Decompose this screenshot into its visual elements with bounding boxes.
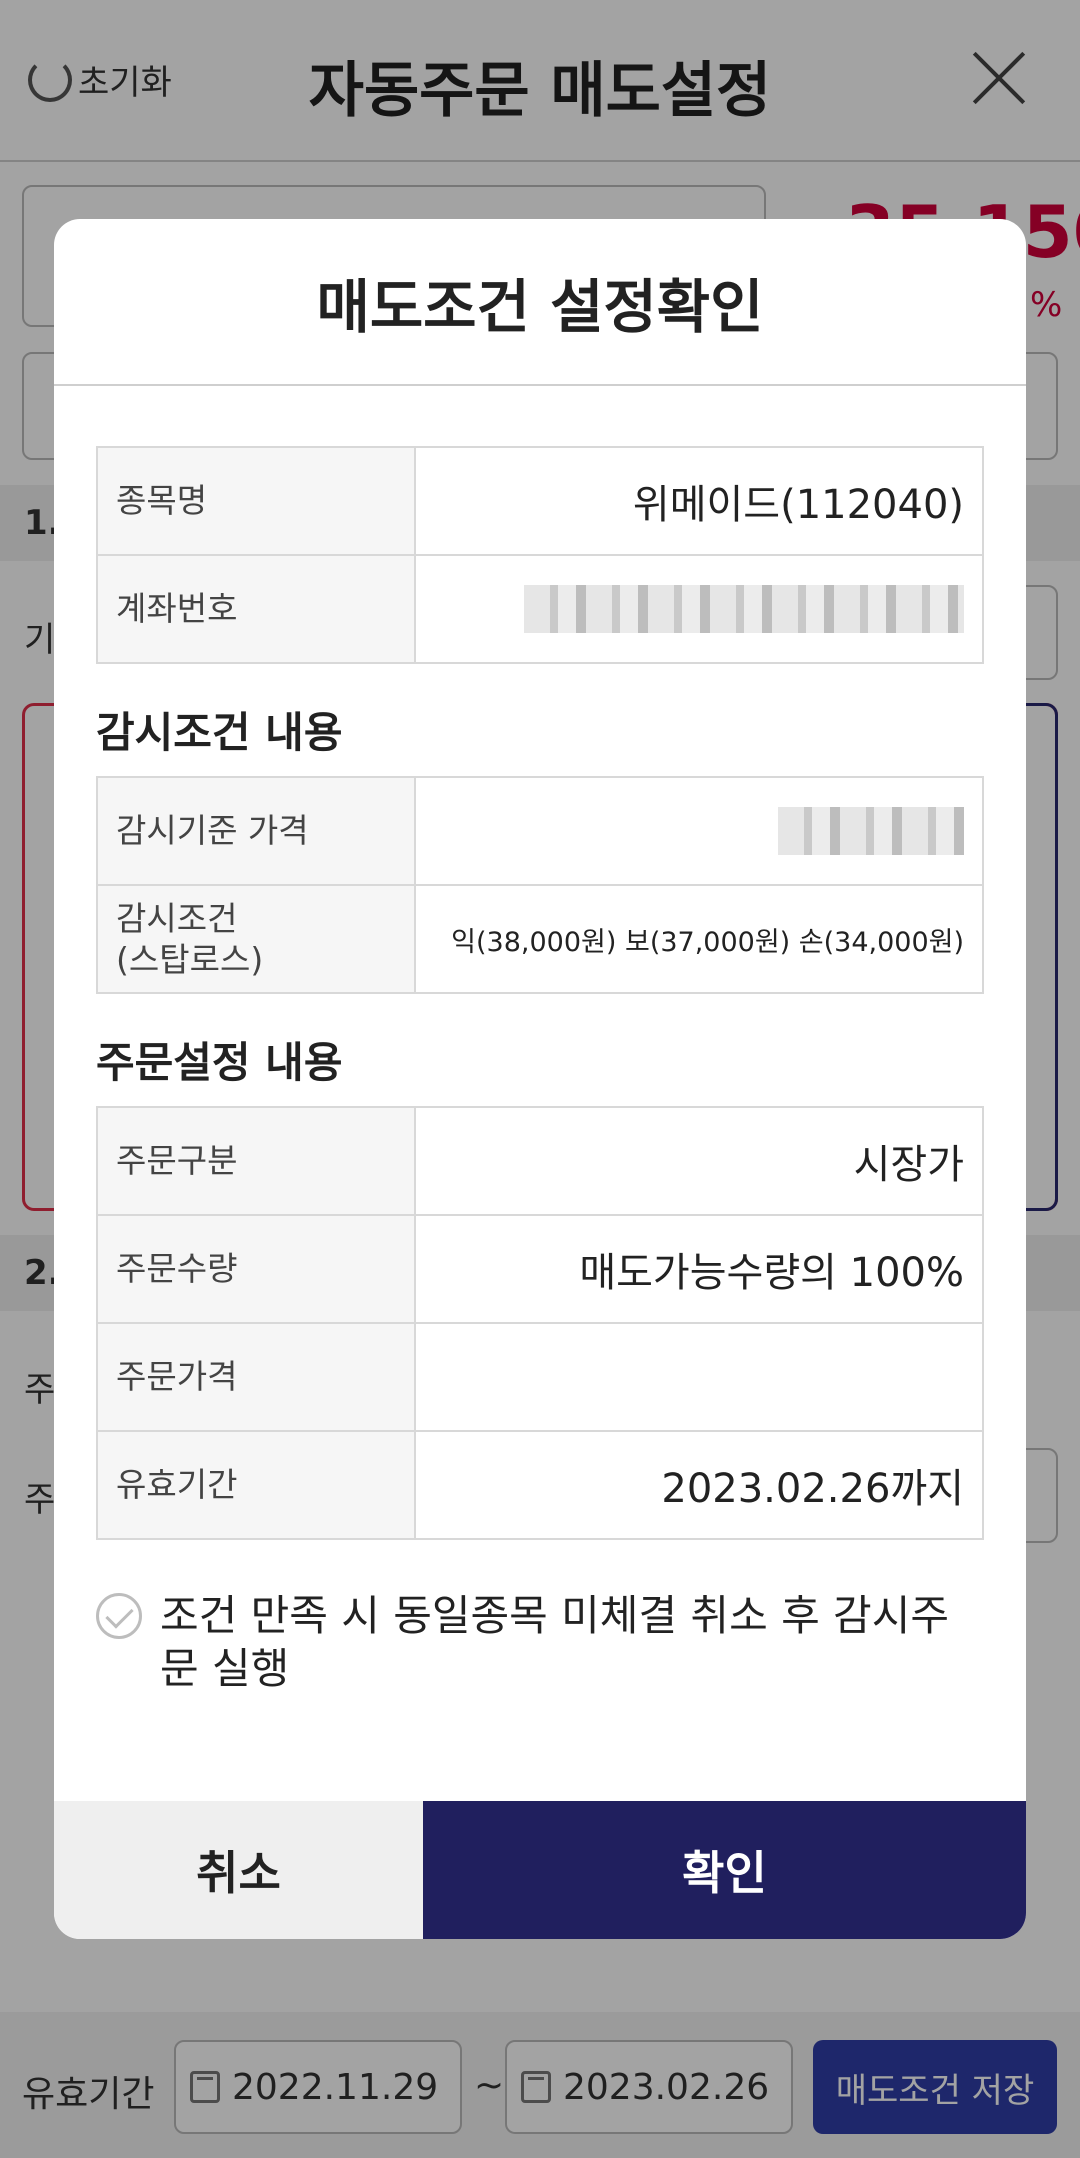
watch-section-title: 감시조건 내용 bbox=[96, 708, 343, 757]
order-type-value: 시장가 bbox=[853, 1142, 964, 1188]
account-number-value bbox=[416, 556, 982, 662]
stop-loss-label: 감시조건 (스탑로스) bbox=[98, 886, 416, 992]
table-row: 주문구분 시장가 bbox=[96, 1108, 984, 1216]
validity-period-label: 유효기간 bbox=[98, 1432, 416, 1538]
account-number-label: 계좌번호 bbox=[98, 556, 416, 662]
table-row: 종목명 위메이드(112040) bbox=[96, 448, 984, 556]
confirm-button[interactable]: 확인 bbox=[423, 1801, 1026, 1939]
order-quantity-label: 주문수량 bbox=[98, 1216, 416, 1322]
confirm-dialog: 매도조건 설정확인 종목명 위메이드(112040) 계좌번호 감시조건 내용 … bbox=[54, 219, 1026, 1939]
table-row: 감시조건 (스탑로스) 익(38,000원) 보(37,000원) 손(34,0… bbox=[96, 886, 984, 994]
table-row: 주문가격 bbox=[96, 1324, 984, 1432]
watch-condition-table: 감시기준 가격 감시조건 (스탑로스) 익(38,000원) 보(37,000원… bbox=[96, 776, 984, 994]
redacted-base-price bbox=[778, 807, 964, 855]
table-row: 주문수량 매도가능수량의 100% bbox=[96, 1216, 984, 1324]
watch-base-price-value bbox=[416, 778, 982, 884]
stop-loss-value: 익(38,000원) 보(37,000원) 손(34,000원) bbox=[451, 926, 964, 958]
check-circle-icon[interactable] bbox=[96, 1593, 142, 1639]
order-setting-table: 주문구분 시장가 주문수량 매도가능수량의 100% 주문가격 유효기간 202… bbox=[96, 1106, 984, 1540]
table-row: 감시기준 가격 bbox=[96, 778, 984, 886]
dialog-title: 매도조건 설정확인 bbox=[54, 219, 1026, 386]
order-type-label: 주문구분 bbox=[98, 1108, 416, 1214]
cancel-unfilled-label: 조건 만족 시 동일종목 미체결 취소 후 감시주문 실행 bbox=[160, 1591, 949, 1694]
order-section-title: 주문설정 내용 bbox=[96, 1038, 343, 1087]
watch-base-price-label: 감시기준 가격 bbox=[98, 778, 416, 884]
validity-period-value: 2023.02.26까지 bbox=[661, 1466, 964, 1512]
redacted-account-number bbox=[524, 585, 964, 633]
table-row: 계좌번호 bbox=[96, 556, 984, 664]
cancel-unfilled-option[interactable]: 조건 만족 시 동일종목 미체결 취소 후 감시주문 실행 bbox=[96, 1589, 984, 1696]
basic-info-table: 종목명 위메이드(112040) 계좌번호 bbox=[96, 446, 984, 664]
dialog-button-bar: 취소 확인 bbox=[54, 1801, 1026, 1939]
order-price-label: 주문가격 bbox=[98, 1324, 416, 1430]
cancel-button[interactable]: 취소 bbox=[54, 1801, 423, 1939]
stock-name-label: 종목명 bbox=[98, 448, 416, 554]
stock-name-value: 위메이드(112040) bbox=[632, 482, 964, 528]
order-quantity-value: 매도가능수량의 100% bbox=[579, 1250, 964, 1296]
table-row: 유효기간 2023.02.26까지 bbox=[96, 1432, 984, 1540]
order-price-value bbox=[416, 1324, 982, 1430]
